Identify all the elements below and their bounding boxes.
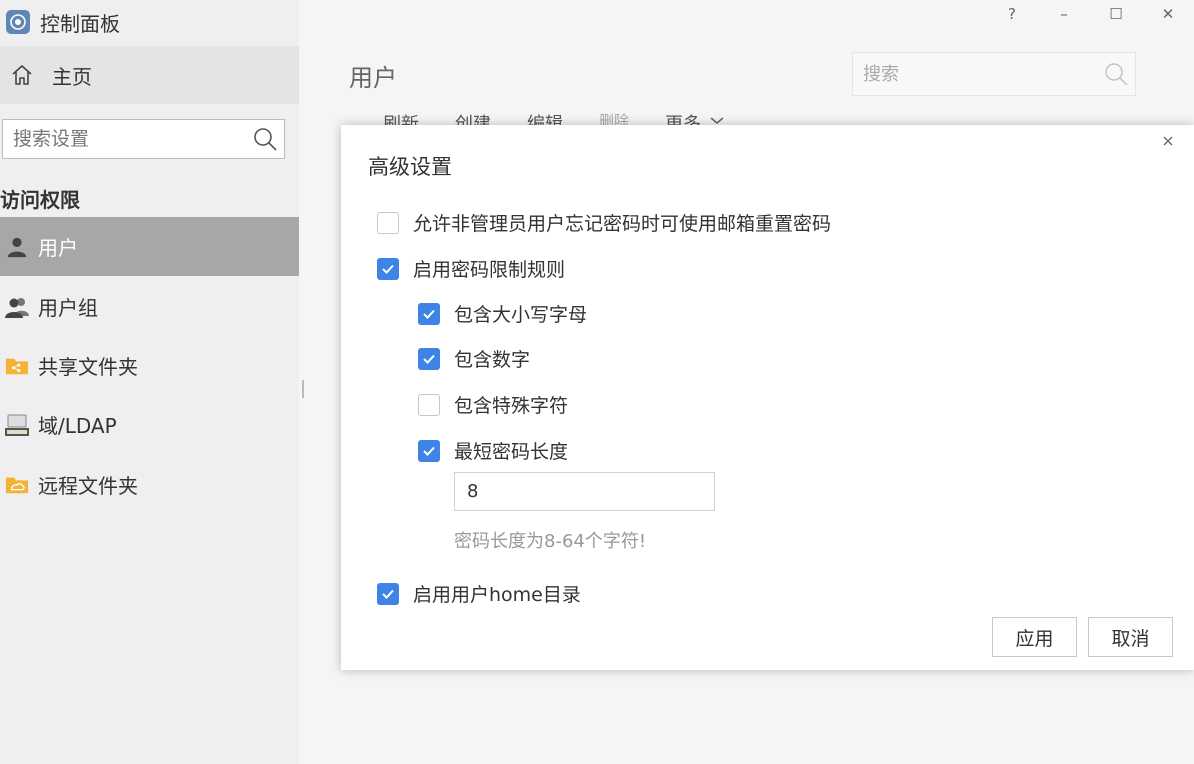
sidebar-item-remote-folders[interactable]: 远程文件夹 [0, 455, 299, 514]
check-icon [382, 589, 394, 599]
sidebar-item-label: 主页 [52, 64, 92, 89]
min-length-hint: 密码长度为8-64个字符! [454, 531, 647, 552]
option-special-chars[interactable]: 包含特殊字符 [418, 391, 568, 418]
user-search-input[interactable] [853, 63, 1093, 85]
control-panel-icon [6, 10, 30, 34]
minimize-button[interactable]: – [1038, 2, 1090, 26]
sidebar-item-ldap[interactable]: 域/LDAP [0, 395, 299, 454]
option-label: 包含数字 [454, 349, 531, 371]
section-title-access: 访问权限 [0, 188, 80, 212]
checkbox[interactable] [418, 347, 440, 370]
sidebar-item-home[interactable]: 主页 [0, 46, 299, 104]
sidebar-resize-handle[interactable] [302, 380, 304, 398]
option-min-length[interactable]: 最短密码长度 [418, 437, 568, 464]
window-controls: ? – ☐ ✕ [986, 2, 1194, 26]
option-label: 启用密码限制规则 [413, 259, 566, 281]
close-icon[interactable] [1160, 133, 1176, 149]
check-icon [382, 264, 394, 274]
checkbox[interactable] [418, 439, 440, 462]
app-title-bar: 控制面板 [0, 0, 299, 44]
shared-folder-icon [4, 353, 30, 379]
advanced-settings-dialog: 高级设置 允许非管理员用户忘记密码时可使用邮箱重置密码 启用密码限制规则 包含大… [341, 125, 1194, 670]
checkbox[interactable] [377, 211, 399, 234]
checkbox[interactable] [377, 257, 399, 280]
app-title: 控制面板 [40, 11, 120, 36]
check-icon [423, 309, 435, 319]
option-label: 启用用户home目录 [413, 584, 581, 606]
sidebar-item-label: 域/LDAP [38, 414, 117, 438]
home-icon [12, 65, 32, 85]
user-icon [4, 234, 30, 260]
maximize-button[interactable]: ☐ [1090, 2, 1142, 26]
user-group-icon [4, 294, 30, 320]
cancel-button[interactable]: 取消 [1088, 617, 1173, 657]
remote-folder-icon [4, 472, 30, 498]
close-window-button[interactable]: ✕ [1142, 2, 1194, 26]
sidebar-item-label: 用户组 [38, 296, 98, 320]
option-mixed-case[interactable]: 包含大小写字母 [418, 300, 587, 327]
settings-search-input[interactable] [3, 128, 243, 150]
sidebar-item-user-groups[interactable]: 用户组 [0, 277, 299, 336]
sidebar-item-shared-folders[interactable]: 共享文件夹 [0, 336, 299, 395]
apply-button[interactable]: 应用 [992, 617, 1077, 657]
min-length-input[interactable] [455, 473, 714, 510]
search-icon[interactable] [1103, 61, 1129, 87]
sidebar-item-label: 远程文件夹 [38, 474, 138, 498]
check-icon [423, 446, 435, 456]
option-label: 包含特殊字符 [454, 395, 569, 417]
checkbox[interactable] [377, 582, 399, 605]
sidebar-item-label: 用户 [38, 236, 78, 260]
option-label: 允许非管理员用户忘记密码时可使用邮箱重置密码 [413, 213, 832, 235]
option-digits[interactable]: 包含数字 [418, 345, 530, 372]
help-button[interactable]: ? [986, 2, 1038, 26]
page-title: 用户 [349, 64, 397, 92]
sidebar: 控制面板 主页 访问权限 用户 用户组 共享文件夹 域/LDAP [0, 0, 299, 764]
option-home-directory[interactable]: 启用用户home目录 [377, 580, 581, 607]
settings-search-box [2, 119, 285, 159]
option-label: 包含大小写字母 [454, 304, 588, 326]
checkbox[interactable] [418, 393, 440, 416]
checkbox[interactable] [418, 302, 440, 325]
check-icon [423, 354, 435, 364]
option-email-reset[interactable]: 允许非管理员用户忘记密码时可使用邮箱重置密码 [377, 209, 831, 236]
user-search-box [852, 52, 1136, 96]
dialog-title: 高级设置 [368, 155, 452, 179]
option-label: 最短密码长度 [454, 441, 569, 463]
search-icon[interactable] [252, 126, 278, 152]
sidebar-item-label: 共享文件夹 [38, 355, 138, 379]
sidebar-item-users[interactable]: 用户 [0, 217, 299, 276]
option-password-rules[interactable]: 启用密码限制规则 [377, 255, 565, 282]
chevron-down-icon [710, 117, 724, 124]
ldap-icon [4, 412, 30, 438]
min-length-field [454, 472, 715, 511]
